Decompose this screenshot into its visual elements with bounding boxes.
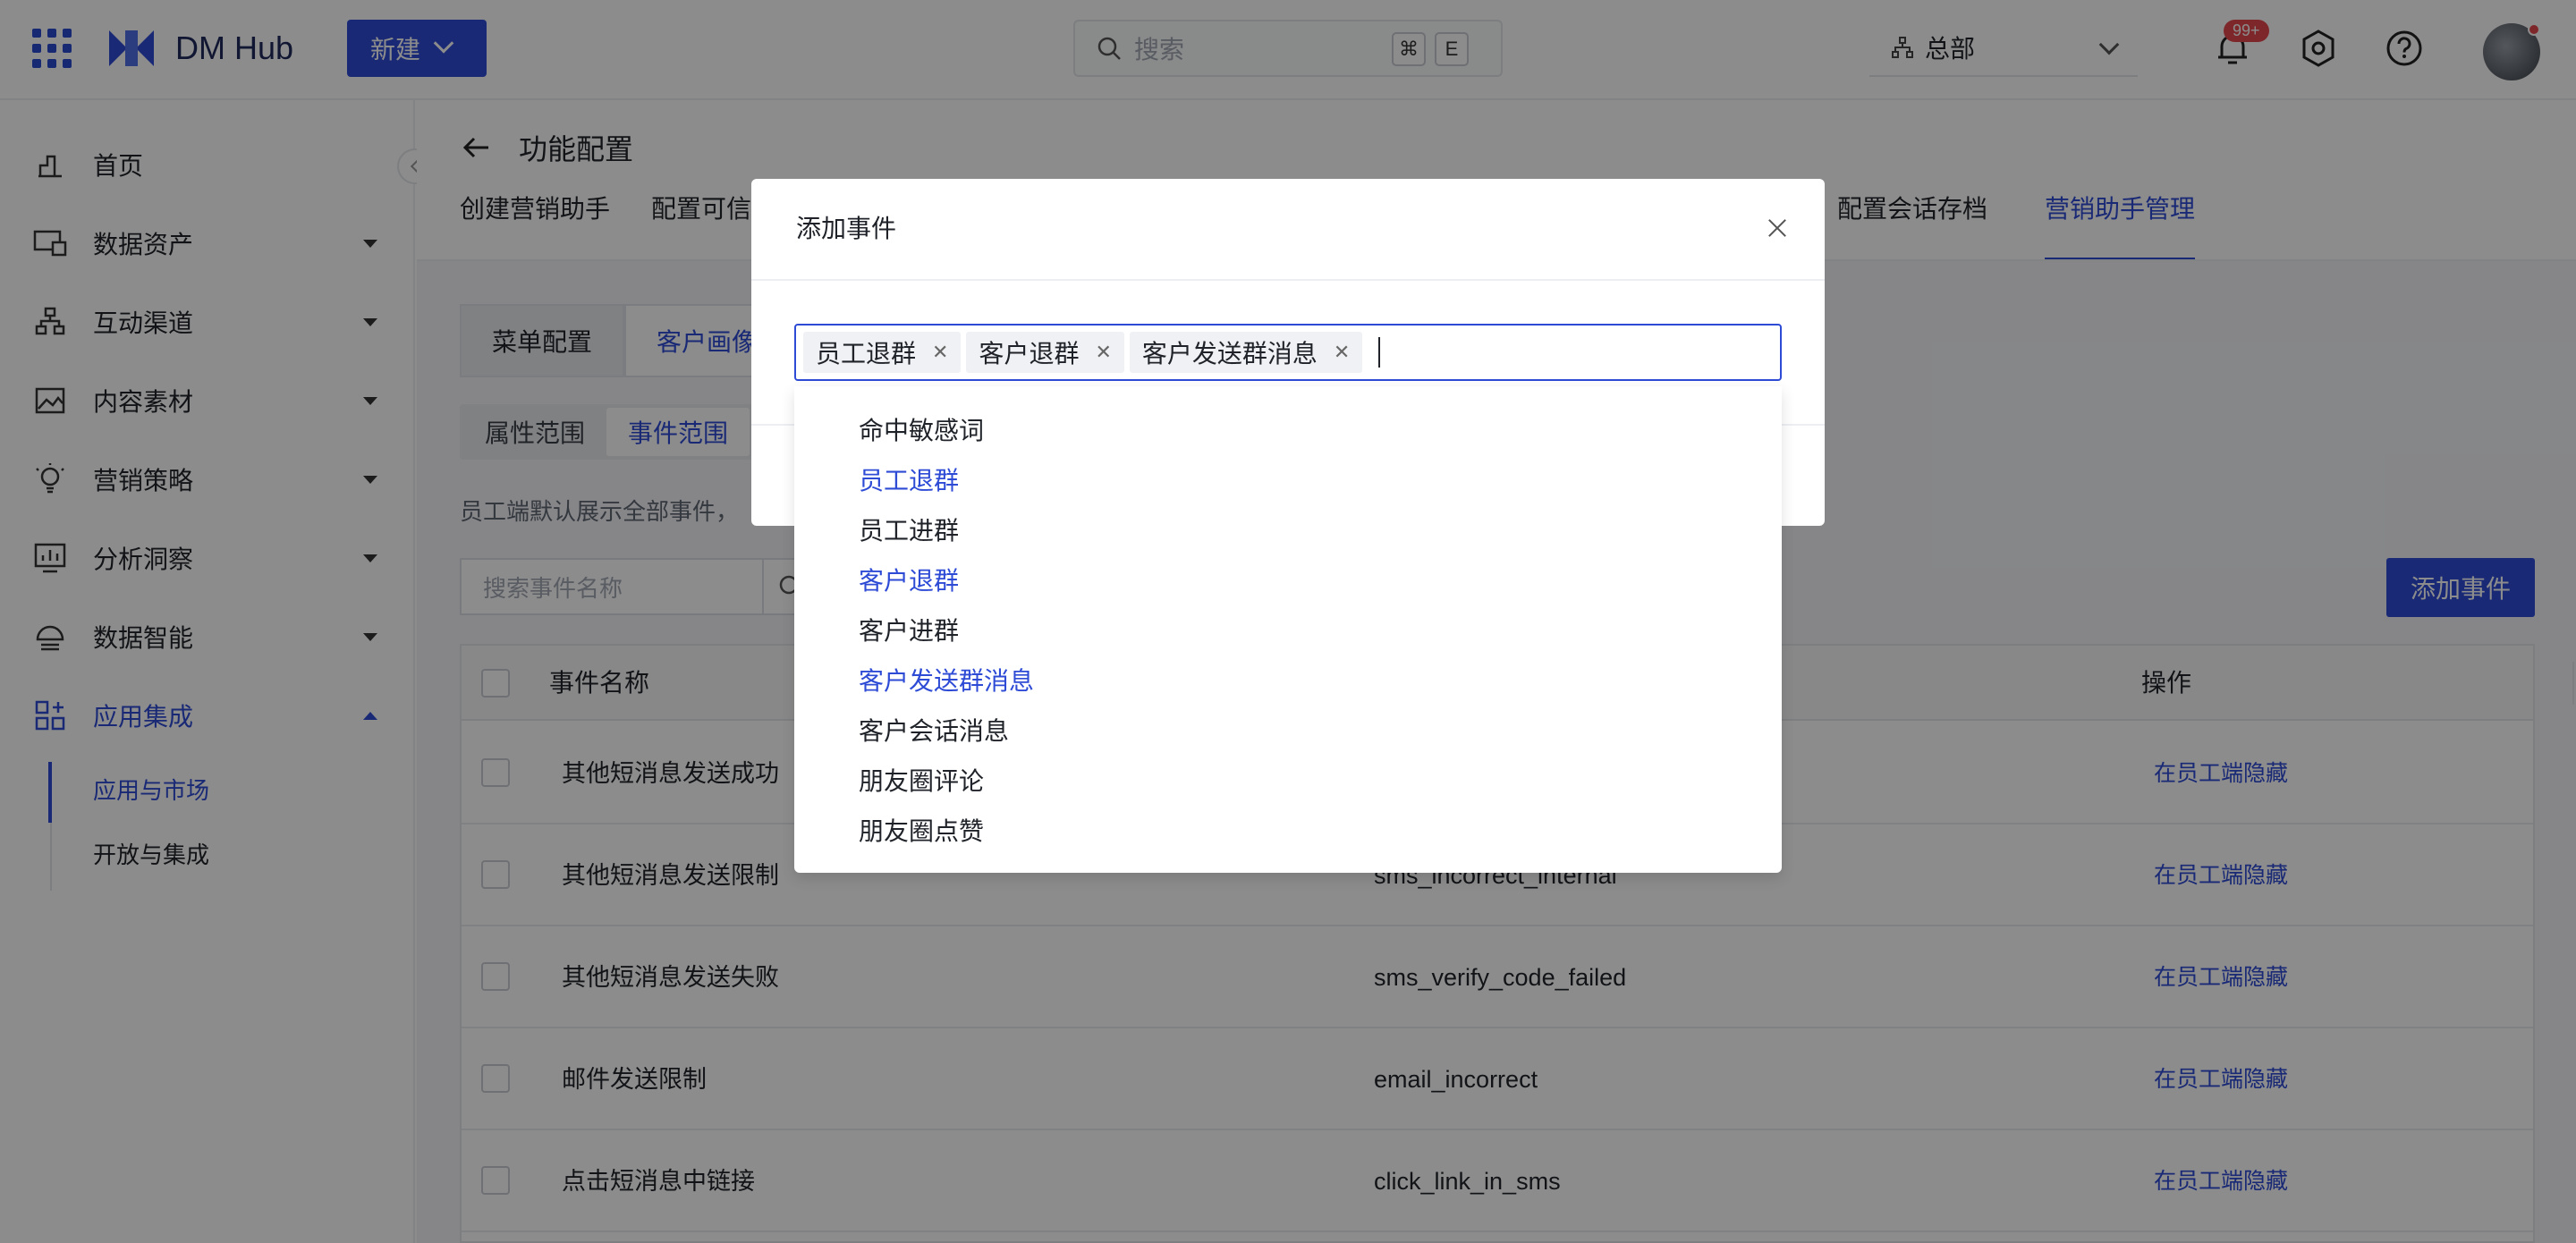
- tag-remove-icon[interactable]: ✕: [932, 341, 948, 364]
- dropdown-option[interactable]: 命中敏感词: [859, 411, 984, 447]
- event-multi-select[interactable]: 员工退群 ✕ 客户退群 ✕ 客户发送群消息 ✕: [794, 324, 1782, 381]
- tag-label: 员工退群: [816, 340, 917, 368]
- selected-tag: 员工退群 ✕: [803, 332, 962, 373]
- modal-divider: [751, 279, 1825, 281]
- dropdown-option[interactable]: 员工进群: [859, 512, 959, 547]
- selected-tag: 客户发送群消息 ✕: [1129, 332, 1363, 373]
- dropdown-option[interactable]: 客户发送群消息: [859, 662, 1034, 698]
- close-icon[interactable]: [1764, 215, 1791, 241]
- dropdown-option[interactable]: 客户进群: [859, 612, 959, 647]
- text-cursor: [1378, 337, 1381, 368]
- modal-title: 添加事件: [796, 215, 897, 242]
- tag-label: 客户发送群消息: [1141, 340, 1318, 368]
- dropdown-option[interactable]: 员工退群: [859, 461, 959, 497]
- dropdown-option[interactable]: 客户退群: [859, 562, 959, 597]
- event-options-dropdown: 命中敏感词 员工退群 员工进群 客户退群 客户进群 客户发送群消息 客户会话消息…: [794, 386, 1782, 873]
- dropdown-option[interactable]: 朋友圈点赞: [859, 812, 984, 848]
- dropdown-option[interactable]: 客户会话消息: [859, 712, 1009, 748]
- tag-remove-icon[interactable]: ✕: [1095, 341, 1111, 364]
- tag-label: 客户退群: [979, 340, 1080, 368]
- selected-tag: 客户退群 ✕: [966, 332, 1124, 373]
- tag-remove-icon[interactable]: ✕: [1334, 341, 1350, 364]
- dropdown-option[interactable]: 朋友圈评论: [859, 762, 984, 798]
